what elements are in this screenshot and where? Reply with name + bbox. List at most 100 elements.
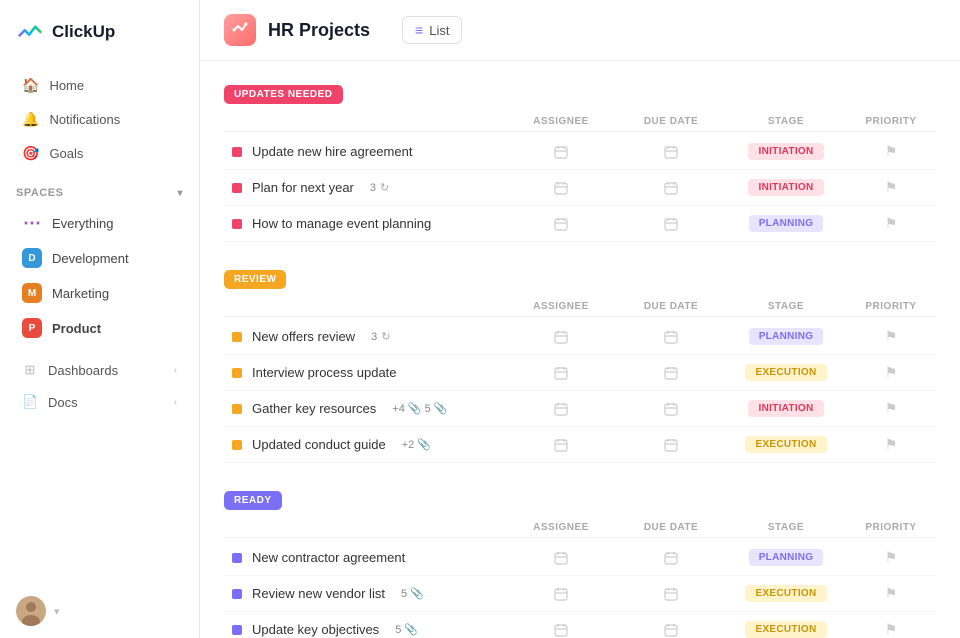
user-chevron: ▾ bbox=[54, 605, 60, 618]
flag-icon: ⚑ bbox=[885, 585, 898, 602]
marketing-dot: M bbox=[22, 283, 42, 303]
stage-badge: EXECUTION bbox=[745, 621, 826, 638]
calendar-icon bbox=[664, 551, 678, 565]
spaces-section-header: Spaces ▾ bbox=[0, 175, 199, 205]
calendar-icon bbox=[554, 438, 568, 452]
dashboards-arrow: › bbox=[174, 365, 177, 376]
task-dot bbox=[232, 553, 242, 563]
calendar-icon bbox=[554, 551, 568, 565]
flag-icon: ⚑ bbox=[885, 364, 898, 381]
task-list: UPDATES NEEDED ASSIGNEE DUE DATE STAGE P… bbox=[200, 61, 960, 638]
flag-icon: ⚑ bbox=[885, 179, 898, 196]
sidebar-item-product[interactable]: P Product bbox=[6, 311, 193, 345]
task-dot bbox=[232, 589, 242, 599]
flag-icon: ⚑ bbox=[885, 400, 898, 417]
stage-badge: INITIATION bbox=[748, 179, 823, 196]
group-ready: READY ASSIGNEE DUE DATE STAGE PRIORITY N… bbox=[224, 483, 936, 638]
calendar-icon bbox=[554, 366, 568, 380]
task-dot bbox=[232, 219, 242, 229]
sidebar-item-notifications[interactable]: 🔔 Notifications bbox=[6, 103, 193, 136]
task-dot bbox=[232, 183, 242, 193]
table-row[interactable]: New contractor agreement PLANNING ⚑ bbox=[224, 540, 936, 576]
task-dot bbox=[232, 625, 242, 635]
group-review: REVIEW ASSIGNEE DUE DATE STAGE PRIORITY … bbox=[224, 262, 936, 463]
stage-badge: EXECUTION bbox=[745, 436, 826, 453]
flag-icon: ⚑ bbox=[885, 143, 898, 160]
table-row[interactable]: Plan for next year 3↻ INITIATION ⚑ bbox=[224, 170, 936, 206]
flag-icon: ⚑ bbox=[885, 549, 898, 566]
table-row[interactable]: Update new hire agreement INITIATION ⚑ bbox=[224, 134, 936, 170]
table-row[interactable]: Review new vendor list 5 📎 EXECUTION ⚑ bbox=[224, 576, 936, 612]
sidebar-item-home[interactable]: 🏠 Home bbox=[6, 69, 193, 102]
project-icon bbox=[224, 14, 256, 46]
stage-badge: EXECUTION bbox=[745, 585, 826, 602]
task-dot bbox=[232, 440, 242, 450]
flag-icon: ⚑ bbox=[885, 215, 898, 232]
ready-badge: READY bbox=[224, 491, 282, 510]
logo: ClickUp bbox=[0, 0, 199, 64]
table-row[interactable]: Interview process update EXECUTION ⚑ bbox=[224, 355, 936, 391]
flag-icon: ⚑ bbox=[885, 436, 898, 453]
calendar-icon bbox=[664, 402, 678, 416]
group-ready-header: READY bbox=[224, 483, 936, 518]
bell-icon: 🔔 bbox=[22, 111, 39, 128]
list-view-icon: ≡ bbox=[415, 22, 423, 38]
calendar-icon bbox=[554, 623, 568, 637]
main-content: HR Projects ≡ List UPDATES NEEDED ASSIGN… bbox=[200, 0, 960, 638]
group-review-header: REVIEW bbox=[224, 262, 936, 297]
calendar-icon bbox=[664, 623, 678, 637]
calendar-icon bbox=[664, 217, 678, 231]
stage-badge: INITIATION bbox=[748, 143, 823, 160]
stage-badge: EXECUTION bbox=[745, 364, 826, 381]
sidebar-nav: 🏠 Home 🔔 Notifications 🎯 Goals bbox=[0, 64, 199, 175]
sidebar-bottom: ▾ bbox=[0, 584, 199, 638]
table-row[interactable]: How to manage event planning PLANNING ⚑ bbox=[224, 206, 936, 242]
project-title: HR Projects bbox=[268, 20, 370, 41]
view-selector[interactable]: ≡ List bbox=[402, 16, 462, 44]
goal-icon: 🎯 bbox=[22, 145, 39, 162]
task-dot bbox=[232, 147, 242, 157]
calendar-icon bbox=[664, 366, 678, 380]
product-dot: P bbox=[22, 318, 42, 338]
stage-badge: PLANNING bbox=[749, 328, 824, 345]
dashboards-icon: ⊞ bbox=[22, 362, 38, 378]
sidebar-item-everything[interactable]: ⋯ Everything bbox=[6, 206, 193, 240]
calendar-icon bbox=[554, 402, 568, 416]
sidebar-item-docs[interactable]: 📄 Docs › bbox=[6, 387, 193, 417]
calendar-icon bbox=[554, 330, 568, 344]
calendar-icon bbox=[554, 217, 568, 231]
user-avatar[interactable] bbox=[16, 596, 46, 626]
spaces-list: ⋯ Everything D Development M Marketing P… bbox=[0, 205, 199, 346]
sidebar-item-marketing[interactable]: M Marketing bbox=[6, 276, 193, 310]
calendar-icon bbox=[664, 145, 678, 159]
docs-icon: 📄 bbox=[22, 394, 38, 410]
docs-arrow: › bbox=[174, 397, 177, 408]
calendar-icon bbox=[664, 181, 678, 195]
sidebar-item-dashboards[interactable]: ⊞ Dashboards › bbox=[6, 355, 193, 385]
task-dot bbox=[232, 332, 242, 342]
sidebar: ClickUp 🏠 Home 🔔 Notifications 🎯 Goals S… bbox=[0, 0, 200, 638]
table-row[interactable]: Updated conduct guide +2 📎 EXECUTION ⚑ bbox=[224, 427, 936, 463]
task-dot bbox=[232, 368, 242, 378]
table-row[interactable]: New offers review 3↻ PLANNING ⚑ bbox=[224, 319, 936, 355]
table-row[interactable]: Update key objectives 5 📎 EXECUTION ⚑ bbox=[224, 612, 936, 638]
ready-table-header: ASSIGNEE DUE DATE STAGE PRIORITY bbox=[224, 518, 936, 538]
sidebar-item-development[interactable]: D Development bbox=[6, 241, 193, 275]
logo-text: ClickUp bbox=[52, 22, 115, 42]
calendar-icon bbox=[664, 587, 678, 601]
updates-table-header: ASSIGNEE DUE DATE STAGE PRIORITY bbox=[224, 112, 936, 132]
calendar-icon bbox=[664, 438, 678, 452]
chevron-icon: ▾ bbox=[177, 188, 183, 199]
review-badge: REVIEW bbox=[224, 270, 286, 289]
calendar-icon bbox=[554, 587, 568, 601]
stage-badge: PLANNING bbox=[749, 549, 824, 566]
calendar-icon bbox=[554, 145, 568, 159]
review-table-header: ASSIGNEE DUE DATE STAGE PRIORITY bbox=[224, 297, 936, 317]
table-row[interactable]: Gather key resources +4 📎 5 📎 INITIATION… bbox=[224, 391, 936, 427]
sidebar-item-goals[interactable]: 🎯 Goals bbox=[6, 137, 193, 170]
home-icon: 🏠 bbox=[22, 77, 39, 94]
flag-icon: ⚑ bbox=[885, 621, 898, 638]
stage-badge: PLANNING bbox=[749, 215, 824, 232]
everything-icon: ⋯ bbox=[22, 213, 42, 233]
group-updates-needed: UPDATES NEEDED ASSIGNEE DUE DATE STAGE P… bbox=[224, 77, 936, 242]
